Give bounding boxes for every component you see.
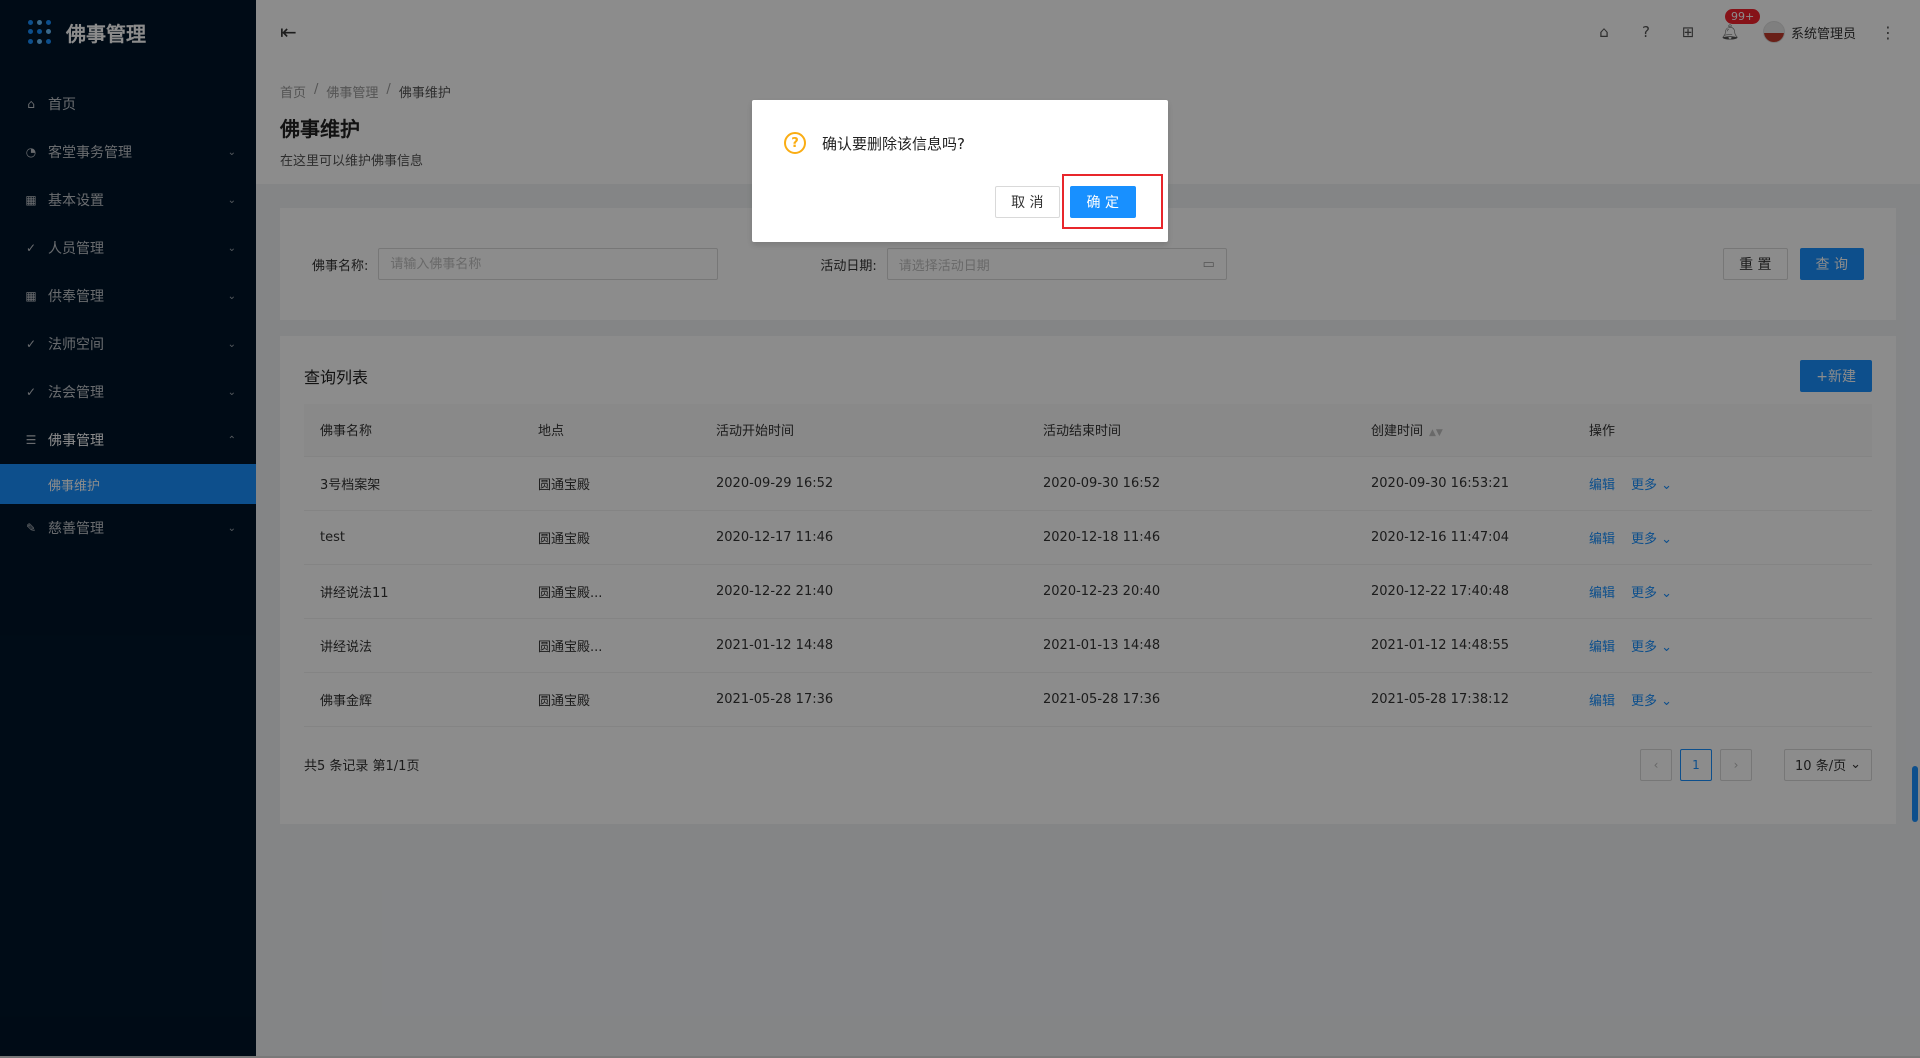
question-circle-icon: ? [784, 132, 806, 154]
confirm-message: 确认要删除该信息吗? [822, 134, 965, 153]
highlight-box [1062, 174, 1163, 229]
confirm-body: ? 确认要删除该信息吗? [784, 132, 1136, 154]
cancel-button[interactable]: 取 消 [995, 186, 1060, 218]
